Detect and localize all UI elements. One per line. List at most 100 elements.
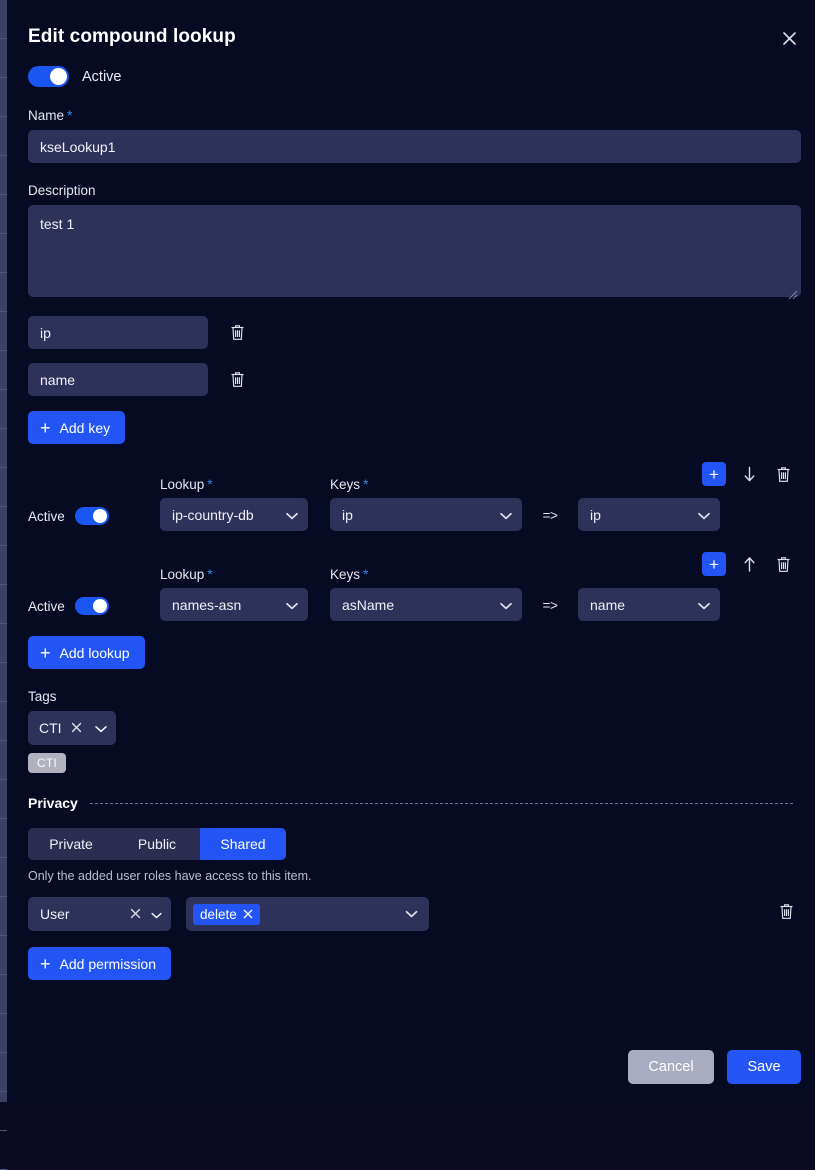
add-permission-button[interactable]: + Add permission — [28, 947, 172, 980]
background-table-row — [0, 39, 7, 78]
cancel-button[interactable]: Cancel — [628, 1050, 714, 1084]
keys-select-value: asName — [342, 596, 395, 613]
key-input[interactable] — [28, 363, 208, 396]
background-table-row — [0, 234, 7, 273]
lookup-select[interactable]: ip-country-db — [160, 498, 308, 531]
save-button[interactable]: Save — [727, 1050, 801, 1084]
target-select-group: name — [578, 588, 720, 621]
lookup-select[interactable]: names-asn — [160, 588, 308, 621]
plus-icon: + — [40, 642, 51, 663]
arrow-up-icon[interactable] — [740, 553, 758, 575]
privacy-option-private[interactable]: Private — [28, 828, 114, 860]
trash-icon[interactable] — [226, 321, 248, 345]
lookup-row: + Active — [28, 552, 801, 632]
chevron-down-icon — [94, 720, 107, 736]
close-icon[interactable] — [71, 720, 82, 736]
trash-icon[interactable] — [772, 552, 794, 576]
arrow-down-icon[interactable] — [740, 463, 758, 485]
privacy-title: Privacy — [28, 795, 78, 811]
add-permission-label: Add permission — [59, 955, 157, 972]
name-label-text: Name — [28, 108, 65, 123]
target-select[interactable]: ip — [578, 498, 720, 531]
toggle-knob — [50, 68, 67, 85]
close-icon[interactable] — [243, 907, 253, 922]
plus-icon: + — [40, 953, 51, 974]
privacy-option-shared[interactable]: Shared — [200, 828, 286, 860]
lookup-select-label: Lookup * — [160, 566, 308, 582]
background-table-row — [0, 663, 7, 702]
permission-actions-select[interactable]: delete — [186, 897, 429, 931]
lookup-select-label: Lookup * — [160, 476, 308, 492]
keys-list — [28, 316, 801, 396]
close-icon[interactable] — [130, 906, 141, 922]
privacy-section-header: Privacy — [28, 795, 801, 811]
background-table-row — [0, 351, 7, 390]
background-table-row — [0, 507, 7, 546]
keys-select-label: Keys * — [330, 566, 522, 582]
background-table-strip — [0, 0, 7, 1170]
trash-icon[interactable] — [772, 462, 794, 486]
background-table-row — [0, 858, 7, 897]
lookup-row: + Active — [28, 462, 801, 542]
description-textarea[interactable]: test 1 — [28, 205, 801, 297]
keys-select-value: ip — [342, 506, 353, 523]
keys-label-text: Keys — [330, 477, 361, 492]
permission-role-value: User — [40, 906, 70, 922]
trash-icon[interactable] — [779, 903, 794, 925]
section-divider — [89, 802, 793, 804]
active-toggle-label: Active — [82, 68, 122, 85]
name-label: Name * — [28, 107, 801, 123]
chevron-down-icon — [500, 597, 512, 613]
tags-select[interactable]: CTI — [28, 711, 116, 745]
add-key-button[interactable]: + Add key — [28, 411, 126, 444]
background-table-row — [0, 195, 7, 234]
background-table-row — [0, 156, 7, 195]
background-table-row — [0, 819, 7, 858]
lookup-active-group: Active — [28, 597, 160, 621]
lookup-active-toggle[interactable] — [74, 507, 109, 525]
close-icon[interactable] — [775, 24, 803, 52]
toggle-knob — [92, 509, 107, 523]
privacy-option-public[interactable]: Public — [114, 828, 200, 860]
dialog-footer: Cancel Save — [628, 1050, 801, 1084]
key-input[interactable] — [28, 316, 208, 349]
background-table-row — [0, 780, 7, 819]
privacy-section: Privacy Private Public Shared Only the a… — [28, 795, 801, 980]
toggle-knob — [92, 599, 107, 613]
target-select-group: ip — [578, 498, 720, 531]
chevron-down-icon — [698, 597, 710, 613]
background-table-row — [0, 741, 7, 780]
background-table-row — [0, 117, 7, 156]
lookup-label-text: Lookup — [160, 567, 205, 582]
description-field-group: Description test 1 — [28, 183, 801, 302]
permission-action-chip: delete — [193, 903, 260, 925]
privacy-segmented-control: Private Public Shared — [28, 828, 286, 860]
target-select[interactable]: name — [578, 588, 720, 621]
permission-role-select[interactable]: User — [28, 897, 171, 931]
background-table-row — [0, 897, 7, 936]
name-input[interactable] — [28, 130, 801, 163]
plus-icon: + — [40, 417, 51, 438]
add-lookup-button[interactable]: + Add lookup — [28, 636, 145, 669]
background-table-row — [0, 1092, 7, 1131]
required-asterisk: * — [207, 566, 213, 582]
trash-icon[interactable] — [226, 368, 248, 392]
background-table-row — [0, 702, 7, 741]
tag-selected-value: CTI — [39, 720, 62, 736]
keys-select[interactable]: ip — [330, 498, 522, 531]
lookup-active-toggle[interactable] — [74, 597, 109, 615]
background-table-row — [0, 312, 7, 351]
background-table-row — [0, 585, 7, 624]
required-asterisk: * — [363, 566, 369, 582]
lookup-select-group: Lookup * ip-country-db — [160, 476, 308, 531]
description-label: Description — [28, 183, 96, 198]
maps-to-label: => — [542, 598, 558, 613]
chevron-down-icon — [286, 597, 298, 613]
target-select-value: ip — [590, 506, 601, 523]
background-table-row — [0, 468, 7, 507]
chevron-down-icon — [286, 507, 298, 523]
background-table-row — [0, 624, 7, 663]
keys-select-group: Keys * ip — [330, 476, 522, 531]
active-toggle[interactable] — [28, 66, 69, 87]
keys-select[interactable]: asName — [330, 588, 522, 621]
